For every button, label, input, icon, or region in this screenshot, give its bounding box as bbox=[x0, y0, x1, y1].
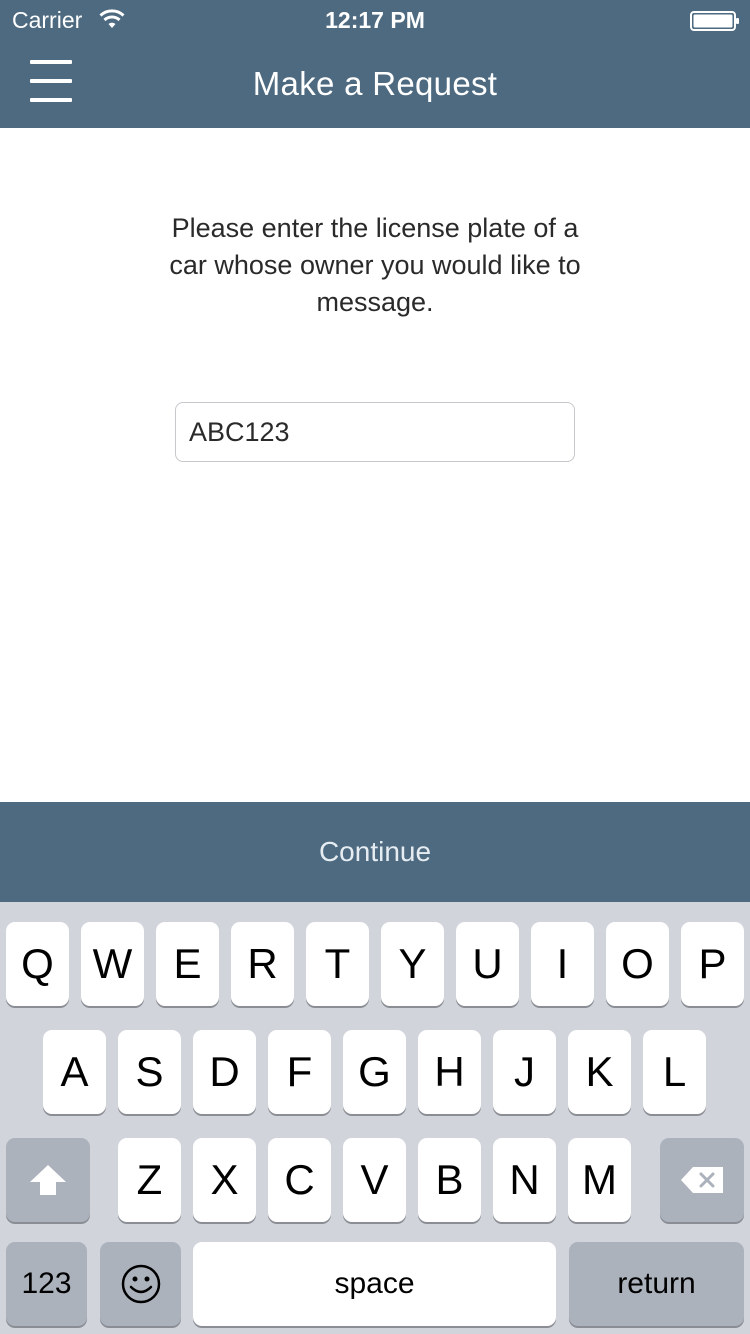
license-plate-input[interactable] bbox=[175, 402, 575, 462]
shift-arrow-icon bbox=[30, 1165, 66, 1195]
numbers-key[interactable]: 123 bbox=[6, 1242, 87, 1326]
delete-key[interactable] bbox=[660, 1138, 744, 1222]
key-q[interactable]: Q bbox=[6, 922, 69, 1006]
key-f[interactable]: F bbox=[268, 1030, 331, 1114]
space-key[interactable]: space bbox=[193, 1242, 556, 1326]
continue-button[interactable]: Continue bbox=[0, 802, 750, 902]
key-e[interactable]: E bbox=[156, 922, 219, 1006]
instructions-text: Please enter the license plate of a car … bbox=[169, 213, 581, 317]
page-title: Make a Request bbox=[252, 65, 498, 102]
emoji-face-icon bbox=[121, 1264, 160, 1304]
key-h[interactable]: H bbox=[418, 1030, 481, 1114]
backspace-icon bbox=[681, 1167, 723, 1193]
keyboard: Q W E R T Y U I O P A S D F G H J K L Z … bbox=[0, 902, 750, 1334]
key-t[interactable]: T bbox=[306, 922, 369, 1006]
status-bar: Carrier 12:17 PM bbox=[0, 0, 750, 40]
app-header: Carrier 12:17 PM Make a Request bbox=[0, 0, 750, 128]
key-z[interactable]: Z bbox=[118, 1138, 181, 1222]
key-k[interactable]: K bbox=[568, 1030, 631, 1114]
key-g[interactable]: G bbox=[343, 1030, 406, 1114]
emoji-key[interactable] bbox=[100, 1242, 181, 1326]
key-p[interactable]: P bbox=[681, 922, 744, 1006]
key-l[interactable]: L bbox=[643, 1030, 706, 1114]
continue-label: Continue bbox=[318, 836, 432, 867]
key-o[interactable]: O bbox=[606, 922, 669, 1006]
key-s[interactable]: S bbox=[118, 1030, 181, 1114]
clock: 12:17 PM bbox=[325, 7, 425, 33]
key-d[interactable]: D bbox=[193, 1030, 256, 1114]
key-i[interactable]: I bbox=[531, 922, 594, 1006]
battery-icon bbox=[690, 11, 739, 31]
key-w[interactable]: W bbox=[81, 922, 144, 1006]
shift-key[interactable] bbox=[6, 1138, 90, 1222]
key-n[interactable]: N bbox=[493, 1138, 556, 1222]
key-r[interactable]: R bbox=[231, 922, 294, 1006]
key-m[interactable]: M bbox=[568, 1138, 631, 1222]
key-v[interactable]: V bbox=[343, 1138, 406, 1222]
key-j[interactable]: J bbox=[493, 1030, 556, 1114]
key-a[interactable]: A bbox=[43, 1030, 106, 1114]
nav-bar: Make a Request bbox=[0, 40, 750, 128]
return-key[interactable]: return bbox=[569, 1242, 744, 1326]
key-y[interactable]: Y bbox=[381, 922, 444, 1006]
key-b[interactable]: B bbox=[418, 1138, 481, 1222]
key-x[interactable]: X bbox=[193, 1138, 256, 1222]
key-c[interactable]: C bbox=[268, 1138, 331, 1222]
key-u[interactable]: U bbox=[456, 922, 519, 1006]
